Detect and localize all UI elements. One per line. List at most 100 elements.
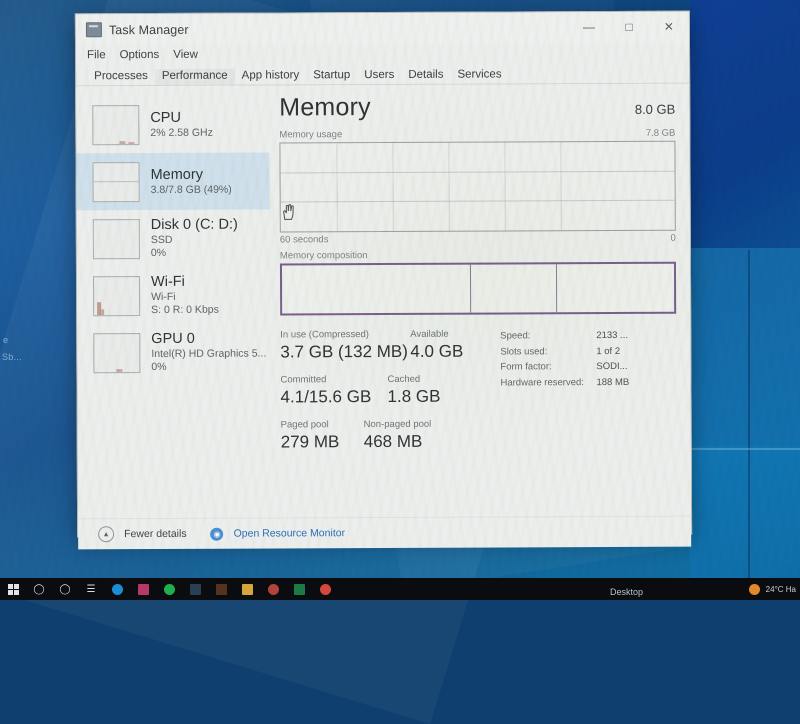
- sidebar-item-stat2: 0%: [150, 246, 167, 260]
- task-manager-body: CPU 2% 2.58 GHz Memory 3.8/7.8 GB (49%) …: [76, 83, 692, 519]
- close-button[interactable]: ✕: [649, 12, 689, 42]
- tab-processes[interactable]: Processes: [87, 69, 155, 85]
- memory-stats-left: In use (Compressed) 3.7 GB (132 MB) Avai…: [280, 328, 493, 464]
- stat-in-use: In use (Compressed) 3.7 GB (132 MB): [280, 328, 410, 364]
- page-title: Memory: [279, 93, 371, 122]
- window-controls[interactable]: — □ ✕: [569, 12, 689, 43]
- sidebar-item-memory[interactable]: Memory 3.8/7.8 GB (49%): [76, 152, 270, 211]
- desktop-peek-label[interactable]: Desktop: [610, 587, 643, 597]
- resource-monitor-icon[interactable]: ◉: [210, 527, 224, 541]
- detail-label: Speed:: [500, 330, 531, 342]
- tab-bar[interactable]: Processes Performance App history Startu…: [76, 62, 690, 87]
- stats-row: Paged pool 279 MB Non-paged pool 468 MB: [281, 418, 493, 454]
- detail-value: SODI...: [596, 360, 628, 373]
- sidebar-item-label: Memory: [150, 166, 203, 183]
- detail-speed: Speed: 2133 ...: [500, 328, 629, 344]
- desktop-ghost-text: Sb...: [2, 352, 23, 362]
- detail-hardware-reserved: Hardware reserved: 188 MB: [500, 374, 629, 390]
- sidebar-item-wifi[interactable]: Wi-Fi Wi-Fi S: 0 R: 0 Kbps: [77, 266, 270, 324]
- usage-graph-max: 7.8 GB: [645, 127, 676, 139]
- wallpaper-pane: [690, 248, 800, 448]
- tab-startup[interactable]: Startup: [306, 68, 357, 84]
- taskbar-app-whatsapp[interactable]: [156, 578, 182, 600]
- taskbar-app-illustrator[interactable]: [208, 578, 234, 600]
- stat-value: 468 MB: [363, 431, 423, 452]
- footer-bar[interactable]: ▲ Fewer details ◉ Open Resource Monitor: [78, 515, 692, 550]
- menu-bar[interactable]: File Options View: [76, 43, 689, 66]
- stat-label: Committed: [280, 374, 327, 386]
- system-tray[interactable]: 24°C Ha: [748, 583, 800, 595]
- total-memory: 8.0 GB: [634, 101, 676, 117]
- stat-available: Available 4.0 GB: [410, 328, 463, 363]
- search-icon[interactable]: ◯: [26, 578, 52, 600]
- weather-label[interactable]: 24°C Ha: [766, 585, 796, 594]
- stat-value: 279 MB: [280, 432, 340, 452]
- sidebar-item-stat2: S: 0 R: 0 Kbps: [151, 303, 219, 317]
- stat-value: 4.0 GB: [410, 341, 464, 361]
- cortana-icon[interactable]: ◯: [52, 578, 78, 600]
- stat-value: 4.1/15.6 GB: [280, 387, 372, 407]
- menu-item-options[interactable]: Options: [120, 49, 160, 61]
- sidebar-item-stat: SSD: [150, 233, 173, 247]
- stat-value: 1.8 GB: [387, 386, 441, 406]
- usage-graph-caption: Memory usage 7.8 GB: [279, 128, 675, 141]
- taskbar-app-photoshop[interactable]: [182, 578, 208, 600]
- disk-mini-graph: [92, 218, 140, 259]
- taskbar-app-edge[interactable]: [104, 578, 130, 600]
- weather-sun-icon[interactable]: [748, 583, 760, 595]
- detail-form-factor: Form factor: SODI...: [500, 359, 629, 375]
- chevron-up-icon[interactable]: ▲: [98, 526, 115, 543]
- tab-details[interactable]: Details: [401, 68, 450, 84]
- wallpaper-seam: [748, 250, 750, 580]
- sidebar-item-label: Wi-Fi: [150, 273, 185, 291]
- resource-sidebar[interactable]: CPU 2% 2.58 GHz Memory 3.8/7.8 GB (49%) …: [76, 85, 271, 518]
- task-manager-window[interactable]: Task Manager — □ ✕ File Options View Pro…: [74, 10, 693, 550]
- taskbar-app-excel[interactable]: [286, 578, 312, 600]
- sidebar-item-gpu[interactable]: GPU 0 Intel(R) HD Graphics 5... 0%: [77, 323, 270, 381]
- usage-graph-axis: 60 seconds 0: [280, 233, 676, 246]
- menu-item-file[interactable]: File: [87, 49, 106, 61]
- open-resource-monitor-link[interactable]: Open Resource Monitor: [234, 527, 346, 539]
- detail-label: Hardware reserved:: [500, 376, 584, 388]
- stat-value: 3.7 GB (132 MB): [280, 341, 408, 362]
- menu-item-view[interactable]: View: [173, 49, 198, 61]
- panel-header: Memory 8.0 GB: [279, 92, 675, 123]
- stat-non-paged-pool: Non-paged pool 468 MB: [364, 418, 432, 453]
- detail-value: 1 of 2: [596, 345, 621, 357]
- stats-row: In use (Compressed) 3.7 GB (132 MB) Avai…: [280, 328, 492, 364]
- composition-caption: Memory composition: [280, 249, 676, 261]
- gpu-mini-graph: [93, 332, 141, 373]
- sidebar-item-stat: Wi-Fi: [151, 290, 176, 304]
- detail-label: Form factor:: [500, 361, 552, 373]
- cpu-mini-graph: [92, 104, 140, 145]
- sidebar-item-stat: 2% 2.58 GHz: [150, 126, 213, 139]
- sidebar-item-cpu[interactable]: CPU 2% 2.58 GHz: [76, 95, 269, 153]
- taskbar-app-folder[interactable]: [234, 578, 260, 600]
- tab-users[interactable]: Users: [357, 68, 401, 84]
- tab-app-history[interactable]: App history: [235, 68, 307, 84]
- minimize-button[interactable]: —: [569, 12, 609, 42]
- taskbar-app-chrome[interactable]: [312, 578, 338, 600]
- windows-taskbar[interactable]: ◯ ◯ ☰ 24°C Ha: [0, 578, 800, 600]
- task-view-icon[interactable]: ☰: [78, 578, 104, 600]
- stat-label: In use (Compressed): [280, 329, 369, 341]
- axis-right-label: 0: [670, 232, 676, 244]
- title-bar[interactable]: Task Manager — □ ✕: [75, 11, 689, 46]
- maximize-button[interactable]: □: [609, 12, 649, 42]
- usage-graph-label: Memory usage: [279, 129, 343, 141]
- sidebar-item-stat: 3.8/7.8 GB (49%): [150, 183, 232, 196]
- taskbar-app-paint[interactable]: [260, 578, 286, 600]
- composition-divider: [470, 264, 472, 313]
- sidebar-item-disk[interactable]: Disk 0 (C: D:) SSD 0%: [77, 209, 270, 267]
- tab-services[interactable]: Services: [450, 67, 508, 83]
- tab-performance[interactable]: Performance: [154, 68, 235, 85]
- taskbar-app-store[interactable]: [130, 578, 156, 600]
- stat-committed: Committed 4.1/15.6 GB: [280, 373, 387, 408]
- wallpaper-seam: [690, 448, 800, 450]
- desktop-ghost-text: e: [3, 335, 9, 345]
- stat-cached: Cached 1.8 GB: [387, 373, 440, 408]
- windows-start-icon[interactable]: [0, 578, 26, 600]
- memory-hardware-details: Speed: 2133 ... Slots used: 1 of 2 Form …: [492, 327, 629, 463]
- fewer-details-button[interactable]: Fewer details: [124, 528, 187, 540]
- stats-row: Committed 4.1/15.6 GB Cached 1.8 GB: [280, 373, 492, 409]
